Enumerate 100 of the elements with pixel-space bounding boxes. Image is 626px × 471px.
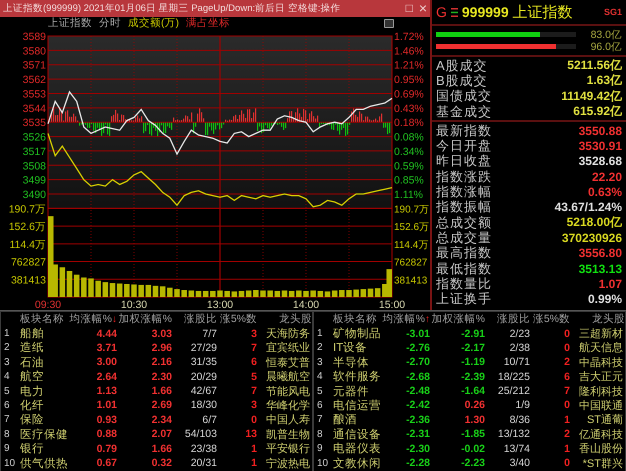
- column-header[interactable]: 龙头股: [279, 312, 312, 326]
- axis-label: 1.21%: [394, 60, 424, 72]
- sector-name[interactable]: 酿酒: [333, 412, 383, 428]
- leading-stock[interactable]: *ST群兴: [582, 456, 625, 471]
- rise-ratio: 18/225: [498, 370, 530, 383]
- axis-label: 152.6万: [394, 222, 430, 234]
- leading-stock[interactable]: 晨曦航空: [266, 369, 312, 384]
- column-header[interactable]: 龙头股: [592, 312, 625, 326]
- rise-ratio: 8/36: [510, 414, 530, 426]
- sector-name[interactable]: 船舶: [20, 326, 70, 341]
- average-change: 1.13: [96, 385, 117, 398]
- leading-stock[interactable]: 航天信息: [579, 340, 625, 356]
- sector-name[interactable]: 元器件: [333, 384, 383, 399]
- sector-name[interactable]: 半导体: [333, 354, 383, 370]
- sector-name[interactable]: 文教休闲: [333, 456, 383, 471]
- limit-count: 1: [251, 442, 257, 455]
- maximize-button[interactable]: □: [402, 1, 416, 16]
- weighted-change: -1.85: [461, 428, 485, 440]
- sector-name[interactable]: 航空: [20, 369, 70, 384]
- leading-stock[interactable]: 中国人寿: [266, 412, 312, 428]
- leading-stock[interactable]: 平安银行: [266, 441, 312, 456]
- column-header[interactable]: 涨5%数: [532, 312, 570, 326]
- rise-ratio: 20/31: [190, 457, 217, 470]
- stat-value: 615.92亿: [573, 103, 622, 120]
- weighted-change: -2.23: [461, 457, 485, 470]
- sector-name[interactable]: 电器仪表: [333, 441, 383, 456]
- weighted-change: 2.07: [152, 428, 172, 440]
- weighted-change: 1.30: [464, 414, 485, 426]
- sector-name[interactable]: 石油: [20, 354, 70, 370]
- leading-stock[interactable]: 节能风电: [266, 384, 312, 399]
- rank-number: 6: [316, 400, 324, 411]
- leading-stock[interactable]: 吉大正元: [579, 369, 625, 384]
- sector-name[interactable]: 软件服务: [333, 369, 383, 384]
- sector-name[interactable]: 医疗保健: [20, 426, 70, 442]
- column-header[interactable]: 涨5%数: [220, 312, 257, 326]
- leading-stock[interactable]: 宁波热电: [266, 456, 312, 471]
- leading-stock[interactable]: 宜宾纸业: [266, 340, 312, 356]
- rise-ratio: 13/132: [498, 428, 530, 440]
- close-button[interactable]: ×: [416, 1, 430, 16]
- axis-label: 3499: [22, 174, 46, 187]
- sector-name[interactable]: 通信设备: [333, 426, 383, 442]
- sort-indicator: ↓: [112, 314, 117, 324]
- stat-value: 5218.00亿: [566, 214, 622, 232]
- average-change: -2.48: [406, 385, 430, 398]
- average-change: -2.42: [406, 399, 430, 412]
- rank-number: 8: [316, 428, 324, 440]
- column-header[interactable]: 加权涨幅%: [432, 312, 485, 326]
- leading-stock[interactable]: 三超新材: [579, 326, 625, 341]
- chart-tab[interactable]: 上证指数: [48, 17, 92, 30]
- sector-name[interactable]: 电力: [20, 384, 70, 399]
- sector-name[interactable]: 造纸: [20, 340, 70, 356]
- limit-count: 3: [251, 399, 257, 412]
- sector-name[interactable]: 保险: [20, 412, 70, 428]
- column-header[interactable]: 涨股比: [184, 312, 217, 326]
- sector-name[interactable]: 电信运营: [333, 398, 383, 413]
- average-change: 2.64: [96, 370, 117, 383]
- leading-stock[interactable]: 天海防务: [266, 326, 312, 341]
- chart-tab[interactable]: 成交额(万): [128, 17, 179, 30]
- leading-stock[interactable]: 亿通科技: [579, 426, 625, 442]
- column-header[interactable]: 均涨幅%: [382, 312, 425, 326]
- leading-stock[interactable]: 恒泰艾普: [266, 354, 312, 370]
- sector-name[interactable]: 化纤: [20, 398, 70, 413]
- stat-label: 指数量比: [436, 275, 492, 292]
- axis-label: 0.08%: [394, 132, 424, 144]
- weighted-change: 0.32: [152, 457, 172, 470]
- leading-stock[interactable]: 中国联通: [579, 398, 625, 413]
- rank-number: 2: [3, 342, 11, 354]
- average-change: 3.71: [96, 342, 117, 354]
- axis-label: 190.7万: [394, 204, 430, 216]
- stat-value: 3513.13: [578, 262, 622, 276]
- axis-label: 0.95%: [394, 74, 424, 86]
- leading-stock[interactable]: ST通葡: [586, 412, 625, 428]
- leading-stock[interactable]: 香山股份: [579, 441, 625, 456]
- column-header[interactable]: 板块名称: [333, 312, 377, 326]
- column-header[interactable]: 涨股比: [497, 312, 530, 326]
- market-code: G: [436, 4, 447, 20]
- column-header[interactable]: 加权涨幅%: [118, 312, 172, 326]
- leading-stock[interactable]: 隆利科技: [579, 384, 625, 399]
- column-header[interactable]: 板块名称: [20, 312, 64, 326]
- sector-name[interactable]: 银行: [20, 441, 70, 456]
- axis-label: 381413: [394, 275, 428, 286]
- axis-label: 3490: [22, 189, 46, 202]
- sector-name[interactable]: 供气供热: [20, 456, 70, 471]
- axis-label: 114.4万: [10, 238, 46, 251]
- limit-count: 7: [251, 342, 257, 354]
- axis-label: 0.18%: [394, 117, 424, 130]
- stat-value: 3556.80: [578, 246, 622, 260]
- leading-stock[interactable]: 凯普生物: [266, 426, 312, 442]
- leading-stock[interactable]: 华峰化学: [266, 398, 312, 413]
- average-change: 0.88: [96, 428, 117, 440]
- stat-label: 最高指数: [436, 244, 492, 262]
- average-change: 0.67: [96, 457, 117, 470]
- limit-count: 7: [251, 385, 257, 398]
- panel-icon[interactable]: [384, 19, 394, 28]
- chart-tab[interactable]: 分时: [99, 17, 121, 30]
- sector-name[interactable]: IT设备: [333, 340, 383, 356]
- chart-tab[interactable]: 满占坐标: [186, 17, 230, 30]
- column-header[interactable]: 均涨幅%: [70, 312, 112, 326]
- sector-name[interactable]: 矿物制品: [333, 326, 383, 341]
- leading-stock[interactable]: 中晶科技: [579, 354, 625, 370]
